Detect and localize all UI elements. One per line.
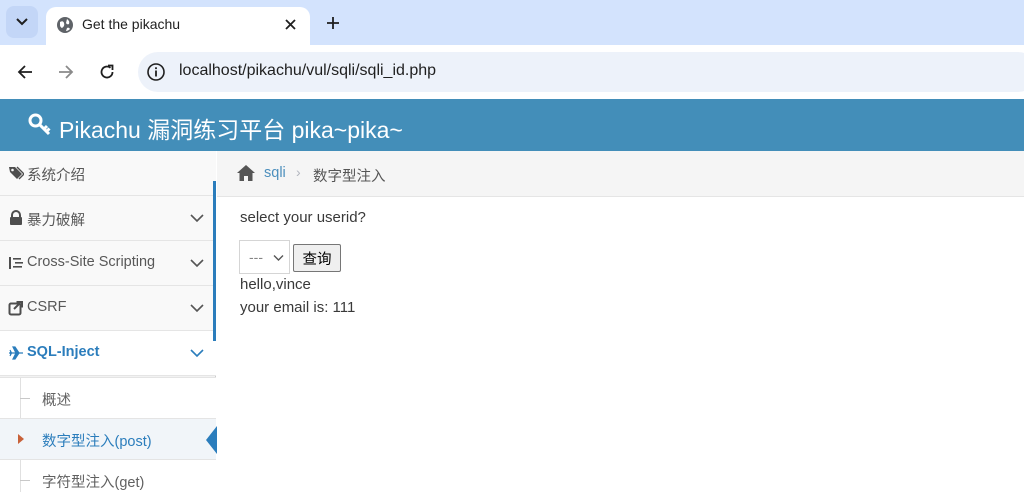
plus-icon [327,17,339,29]
sidebar-item-label: 暴力破解 [27,213,85,229]
chevron-down-icon [190,259,204,268]
chevron-down-icon [273,255,284,261]
submenu-item-label: 字符型注入(get) [42,475,145,491]
sidebar-item-bruteforce[interactable]: 暴力破解 [0,196,216,241]
select-value: --- [249,249,263,265]
submenu-item-overview[interactable]: 概述 [0,377,216,418]
breadcrumb-current: 数字型注入 [313,169,386,185]
sidebar: 系统介绍 暴力破解 Cross-Site Scripting CSRF SQL-… [0,151,217,492]
query-button[interactable]: 查询 [293,244,341,272]
userid-select[interactable]: --- [239,240,290,274]
share-icon [8,301,23,316]
caret-right-icon [18,434,24,444]
list-icon [9,257,23,269]
reload-icon [100,64,114,79]
plane-icon [9,346,23,360]
tab-search-button[interactable] [6,6,38,38]
chevron-down-icon [190,214,204,223]
chevron-down-icon [190,349,204,358]
submenu-item-string-get[interactable]: 字符型注入(get) [0,459,216,500]
site-header: Pikachu 漏洞练习平台 pika~pika~ [0,99,1024,151]
home-icon [237,165,255,181]
tree-dash [20,398,30,399]
submenu-item-label: 数字型注入(post) [42,434,152,450]
close-icon [284,18,296,30]
tags-icon [9,166,24,180]
browser-tab-active[interactable]: Get the pikachu [46,7,310,45]
sidebar-item-xss[interactable]: Cross-Site Scripting [0,241,216,286]
brand-title[interactable]: Pikachu 漏洞练习平台 pika~pika~ [59,111,403,145]
sidebar-item-sql-inject[interactable]: SQL-Inject [0,331,216,376]
breadcrumb-separator: › [296,164,301,180]
browser-toolbar: localhost/pikachu/vul/sqli/sqli_id.php [0,45,1024,99]
lock-icon [10,210,22,225]
submenu-item-label: 概述 [42,393,71,409]
tab-close-button[interactable] [280,14,300,34]
breadcrumb: sqli › 数字型注入 [217,151,1024,197]
submenu-item-numeric-post[interactable]: 数字型注入(post) [0,418,217,459]
arrow-right-icon [59,65,74,79]
forward-button[interactable] [53,59,79,85]
sidebar-item-intro[interactable]: 系统介绍 [0,151,216,196]
sql-inject-submenu: 概述 数字型注入(post) 字符型注入(get) [0,377,217,492]
key-icon [28,113,51,136]
sidebar-active-indicator [213,181,216,341]
new-tab-button[interactable] [320,10,346,36]
globe-icon [57,17,73,33]
result-email: your email is: 111 [240,299,356,316]
browser-tab-bar: Get the pikachu [0,0,1024,45]
sidebar-item-label: 系统介绍 [27,168,85,184]
tab-title: Get the pikachu [82,16,181,32]
sidebar-item-csrf[interactable]: CSRF [0,286,216,331]
userid-prompt: select your userid? [240,209,366,226]
url-text: localhost/pikachu/vul/sqli/sqli_id.php [179,62,437,79]
back-button[interactable] [12,59,38,85]
active-pointer [206,426,217,454]
breadcrumb-link-sqli[interactable]: sqli [264,165,286,181]
reload-button[interactable] [94,59,120,85]
site-info-icon[interactable] [146,62,166,82]
chevron-down-icon [16,18,28,26]
sidebar-item-label: CSRF [27,299,67,315]
arrow-left-icon [17,65,32,79]
chevron-down-icon [190,304,204,313]
sidebar-item-label: Cross-Site Scripting [27,254,156,270]
tree-dash [20,480,30,481]
address-bar[interactable]: localhost/pikachu/vul/sqli/sqli_id.php [138,52,1024,92]
sidebar-item-label: SQL-Inject [27,344,100,360]
result-hello: hello,vince [240,276,311,293]
